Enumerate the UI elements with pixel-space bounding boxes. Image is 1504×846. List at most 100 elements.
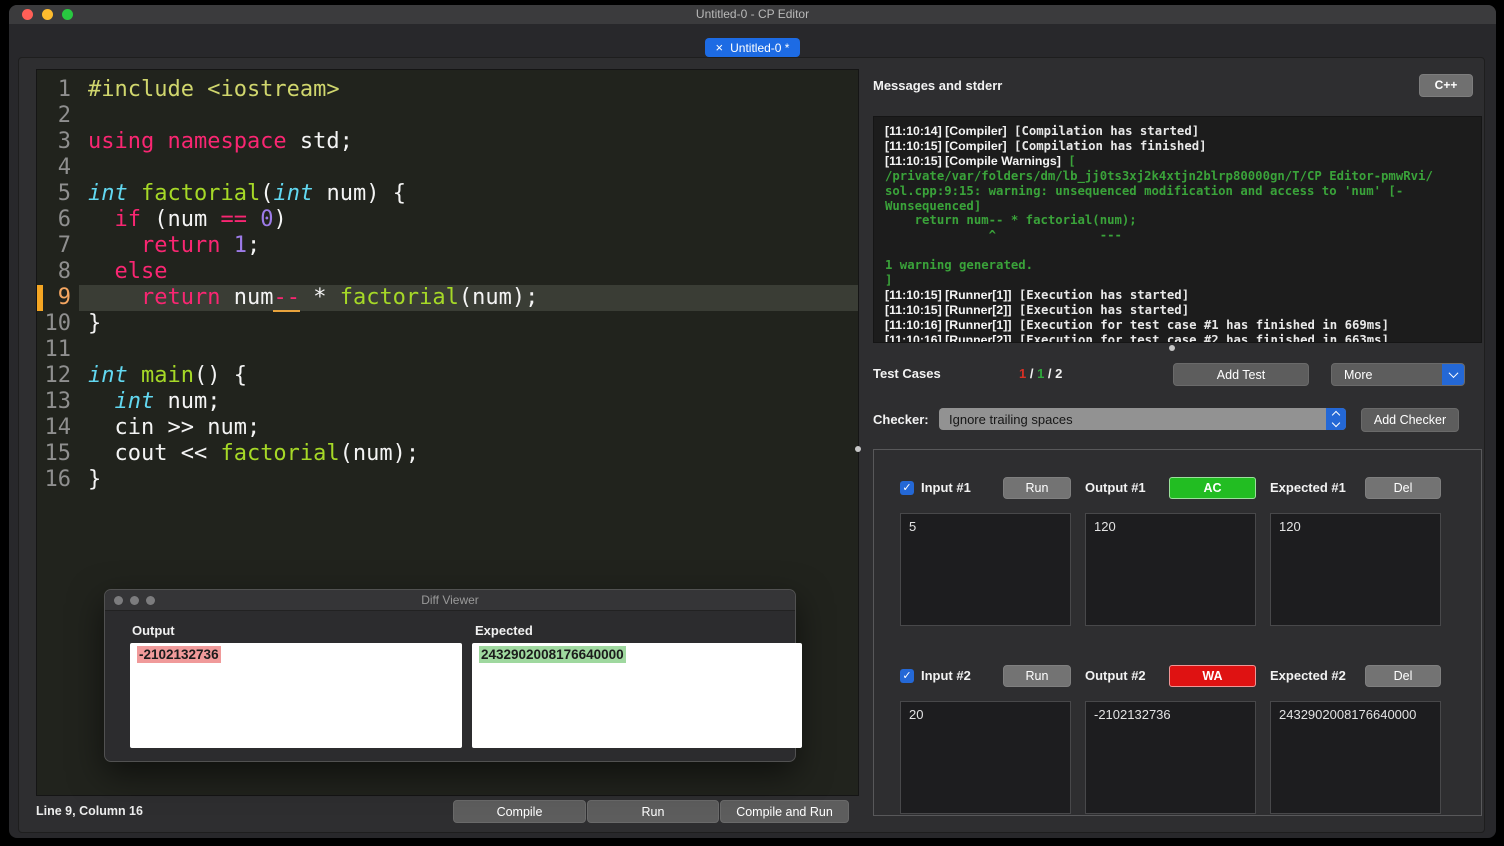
line-number: 9 — [57, 285, 71, 310]
diff-output-value: -2102132736 — [137, 646, 221, 663]
line-number: 4 — [57, 155, 71, 180]
code-line-1[interactable]: 1 #include <iostream> — [37, 77, 858, 103]
code-text: return num-- * factorial(num); — [140, 285, 539, 312]
testcase-enabled-checkbox[interactable]: ✓ — [900, 480, 914, 495]
testcase-card-1: ✓ Input #1 Run 5 Output #1 AC 120 Expected #1 De… — [874, 476, 1481, 626]
expected-label: Expected #2 — [1270, 668, 1346, 683]
messages-header: Messages and stderr — [873, 78, 1003, 93]
code-line-12[interactable]: 12 int main() { — [37, 363, 858, 389]
code-line-5[interactable]: 5 int factorial(int num) { — [37, 181, 858, 207]
output-textarea[interactable]: -2102132736 — [1085, 701, 1256, 814]
diff-expected-pane[interactable]: 2432902008176640000 — [472, 643, 802, 748]
splitter-handle-vertical[interactable] — [855, 446, 861, 452]
testcase-counts: 1 / 1 / 2 — [1019, 366, 1063, 381]
add-checker-button[interactable]: Add Checker — [1361, 408, 1459, 432]
line-number: 14 — [44, 415, 72, 440]
checker-label: Checker: — [873, 412, 929, 427]
code-text: cout << factorial(num); — [88, 441, 420, 466]
code-line-10[interactable]: 10} — [37, 311, 858, 337]
code-lines: 1 #include <iostream> 2 3 using namespace s… — [37, 70, 858, 493]
code-text: int main() { — [88, 363, 247, 388]
code-line-13[interactable]: 13 int num; — [37, 389, 858, 415]
expected-label: Expected #1 — [1270, 480, 1346, 495]
run-button[interactable]: Run — [587, 800, 719, 823]
line-number: 3 — [57, 129, 71, 154]
compile-and-run-button[interactable]: Compile and Run — [720, 800, 849, 823]
tab-untitled-0[interactable]: × Untitled-0 * — [704, 38, 801, 57]
diff-close-button[interactable] — [114, 596, 123, 605]
diff-expected-value: 2432902008176640000 — [479, 646, 626, 663]
line-number: 13 — [44, 389, 72, 414]
run-testcase-button[interactable]: Run — [1003, 476, 1071, 499]
cursor-position-status: Line 9, Column 16 — [36, 804, 143, 818]
app-window: Untitled-0 - CP Editor × Untitled-0 * 1 #… — [9, 5, 1496, 838]
chevron-down-icon — [1442, 364, 1464, 385]
splitter-handle-horizontal[interactable] — [1169, 345, 1175, 351]
console-line: ^ --- — [885, 228, 1122, 243]
select-stepper-icon — [1326, 408, 1346, 430]
code-line-15[interactable]: 15 cout << factorial(num); — [37, 441, 858, 467]
input-label: Input #1 — [921, 480, 971, 495]
console-line: [11:10:16] [Runner[2]] [Execution for te… — [885, 332, 1389, 343]
code-line-9[interactable]: 9 return num-- * factorial(num); — [37, 285, 858, 312]
output-textarea[interactable]: 120 — [1085, 513, 1256, 626]
verdict-badge[interactable]: WA — [1169, 664, 1256, 687]
code-line-11[interactable]: 11 — [37, 337, 858, 363]
diff-viewer-titlebar: Diff Viewer — [105, 590, 795, 611]
run-testcase-button[interactable]: Run — [1003, 664, 1071, 687]
verdict-badge[interactable]: AC — [1169, 476, 1256, 499]
compile-button[interactable]: Compile — [453, 800, 586, 823]
expected-textarea[interactable]: 2432902008176640000 — [1270, 701, 1441, 814]
testcase-card-2: ✓ Input #2 Run 20 Output #2 WA -2102132736 Expe… — [874, 664, 1481, 814]
compiler-console[interactable]: [11:10:14] [Compiler] [Compilation has s… — [873, 116, 1482, 343]
tab-bar: × Untitled-0 * — [9, 38, 1496, 58]
language-badge[interactable]: C++ — [1419, 74, 1473, 97]
tab-close-icon[interactable]: × — [716, 41, 724, 54]
input-textarea[interactable]: 5 — [900, 513, 1071, 626]
code-text: using namespace std; — [88, 129, 353, 154]
input-textarea[interactable]: 20 — [900, 701, 1071, 814]
line-number: 11 — [44, 337, 72, 362]
code-line-4[interactable]: 4 — [37, 155, 858, 181]
code-text: return 1; — [140, 233, 261, 258]
console-line: [11:10:15] [Runner[2]] [Execution has st… — [885, 302, 1190, 317]
add-test-button[interactable]: Add Test — [1173, 363, 1309, 386]
delete-testcase-button[interactable]: Del — [1365, 476, 1441, 499]
code-text: #include <iostream> — [88, 77, 340, 102]
diff-viewer-window: Diff Viewer Output Expected -2102132736 … — [104, 589, 802, 762]
output-label: Output #1 — [1085, 480, 1146, 495]
diff-minimize-button[interactable] — [130, 596, 139, 605]
console-line: [11:10:15] [Compiler] [Compilation has f… — [885, 138, 1207, 153]
console-line: /private/var/folders/dm/lb_jj0ts3xj2k4xt… — [885, 168, 1433, 183]
line-number: 5 — [57, 181, 71, 206]
console-line: sol.cpp:9:15: warning: unsequenced modif… — [885, 183, 1404, 198]
code-line-8[interactable]: 8 else — [37, 259, 858, 285]
console-line: return num-- * factorial(num); — [885, 213, 1137, 228]
diff-zoom-button[interactable] — [146, 596, 155, 605]
testcases-container: ✓ Input #1 Run 5 Output #1 AC 120 Expected #1 De… — [873, 449, 1482, 816]
code-line-3[interactable]: 3 using namespace std; — [37, 129, 858, 155]
code-line-6[interactable]: 6 if (num == 0) — [37, 207, 858, 233]
code-line-2[interactable]: 2 — [37, 103, 858, 129]
checker-select[interactable]: Ignore trailing spaces — [939, 408, 1346, 430]
more-dropdown[interactable]: More — [1331, 363, 1465, 386]
line-number: 7 — [57, 233, 71, 258]
diff-output-pane[interactable]: -2102132736 — [130, 643, 462, 748]
window-title: Untitled-0 - CP Editor — [695, 7, 810, 21]
console-line: [11:10:15] [Runner[1]] [Execution has st… — [885, 287, 1190, 302]
delete-testcase-button[interactable]: Del — [1365, 664, 1441, 687]
line-number: 6 — [57, 207, 71, 232]
expected-textarea[interactable]: 120 — [1270, 513, 1441, 626]
console-line: [11:10:16] [Runner[1]] [Execution for te… — [885, 317, 1389, 332]
total-count: 2 — [1055, 366, 1063, 381]
testcases-header: Test Cases — [873, 366, 941, 381]
code-line-16[interactable]: 16} — [37, 467, 858, 493]
testcase-enabled-checkbox[interactable]: ✓ — [900, 668, 914, 683]
code-line-7[interactable]: 7 return 1; — [37, 233, 858, 259]
line-number: 2 — [57, 103, 71, 128]
more-dropdown-label: More — [1344, 367, 1373, 382]
code-line-14[interactable]: 14 cin >> num; — [37, 415, 858, 441]
